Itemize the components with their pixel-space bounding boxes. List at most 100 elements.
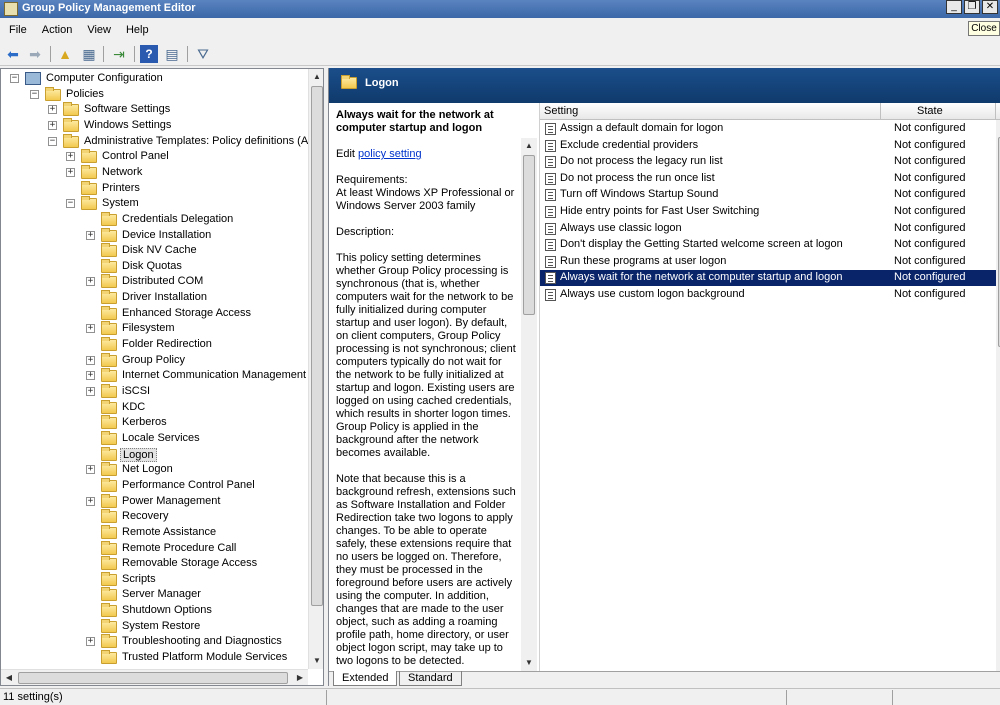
list-item[interactable]: Exclude credential providers Not configur…	[540, 138, 1000, 154]
tree-node-label[interactable]: Remote Assistance	[120, 526, 218, 538]
column-header-setting[interactable]: Setting	[544, 105, 578, 117]
expand-icon[interactable]: +	[48, 105, 57, 115]
list-item[interactable]: Always use classic logon Not configured	[540, 221, 1000, 237]
expand-icon[interactable]: +	[86, 496, 95, 506]
tree-node-label[interactable]: Logon	[120, 447, 157, 462]
filter-icon[interactable]: ⛛	[194, 45, 212, 63]
list-item[interactable]: Turn off Windows Startup Sound Not config…	[540, 187, 1000, 203]
tree-node-label[interactable]: Disk NV Cache	[120, 244, 199, 256]
tree-node-label[interactable]: KDC	[120, 401, 147, 413]
expand-icon[interactable]: +	[86, 355, 95, 365]
tree-node-label[interactable]: System Restore	[120, 620, 202, 632]
scroll-right-arrow-icon[interactable]: ▶	[292, 670, 308, 685]
tree-vertical-scrollbar[interactable]: ▲ ▼	[308, 69, 323, 669]
expand-icon[interactable]: +	[48, 120, 57, 130]
tree-node-label[interactable]: Internet Communication Management	[120, 369, 308, 381]
scroll-up-arrow-icon[interactable]: ▲	[309, 69, 323, 85]
tree-node-label[interactable]: Trusted Platform Module Services	[120, 651, 289, 663]
tree-node-label[interactable]: Performance Control Panel	[120, 479, 257, 491]
tree-node-label[interactable]: Printers	[100, 182, 142, 194]
tree-node-label[interactable]: Troubleshooting and Diagnostics	[120, 635, 284, 647]
tree-node-label[interactable]: Software Settings	[82, 103, 172, 115]
expand-icon[interactable]: +	[66, 167, 75, 177]
expand-icon[interactable]: +	[86, 371, 95, 381]
tree-node-label[interactable]: Folder Redirection	[120, 338, 214, 350]
tree-node-label[interactable]: Locale Services	[120, 432, 202, 444]
tree-node-label[interactable]: Shutdown Options	[120, 604, 214, 616]
expand-icon[interactable]: +	[86, 230, 95, 240]
tree-node-label[interactable]: Distributed COM	[120, 275, 205, 287]
menu-help[interactable]: Help	[117, 20, 155, 36]
tree-node-label[interactable]: Administrative Templates: Policy definit…	[82, 135, 323, 147]
tree-node-label[interactable]: System	[100, 197, 141, 209]
collapse-icon[interactable]: −	[10, 74, 19, 83]
description-vertical-scrollbar[interactable]: ▲ ▼	[521, 138, 537, 671]
scroll-left-arrow-icon[interactable]: ◀	[1, 670, 17, 685]
menu-view[interactable]: View	[78, 20, 117, 36]
export-list-icon[interactable]: ⇥	[110, 45, 128, 63]
show-hide-tree-icon[interactable]: ▦	[80, 45, 98, 63]
collapse-icon[interactable]: −	[48, 136, 57, 146]
edit-policy-link[interactable]: policy setting	[358, 148, 422, 160]
expand-icon[interactable]: +	[86, 324, 95, 334]
tree-node-label[interactable]: Network	[100, 166, 144, 178]
tree-node-label[interactable]: Remote Procedure Call	[120, 542, 238, 554]
column-header-state[interactable]: State	[917, 105, 943, 117]
tree-node-label[interactable]: Enhanced Storage Access	[120, 307, 253, 319]
list-item[interactable]: Assign a default domain for logon Not con…	[540, 121, 1000, 137]
tree-node-label[interactable]: Net Logon	[120, 463, 175, 475]
restore-button[interactable]: ❐	[964, 0, 980, 14]
tree-node-label[interactable]: Filesystem	[120, 322, 177, 334]
tree-node-label[interactable]: Disk Quotas	[120, 260, 184, 272]
close-button[interactable]: ✕	[982, 0, 998, 14]
list-item[interactable]: Do not process the run once list Not conf…	[540, 171, 1000, 187]
menu-action[interactable]: Action	[33, 20, 79, 36]
menu-file[interactable]: File	[0, 20, 33, 36]
expand-icon[interactable]: +	[86, 387, 95, 396]
help-icon[interactable]: ?	[140, 45, 158, 63]
tree-node-label[interactable]: Control Panel	[100, 150, 171, 162]
tree-node-label[interactable]: Group Policy	[120, 354, 187, 366]
list-item[interactable]: Hide entry points for Fast User Switchin…	[540, 204, 1000, 220]
properties-icon[interactable]: ▤	[163, 45, 181, 63]
tree-node-label[interactable]: Scripts	[120, 573, 158, 585]
minimize-button[interactable]: _	[946, 0, 962, 14]
back-arrow-icon[interactable]: ⬅	[4, 45, 22, 63]
expand-icon[interactable]: +	[86, 277, 95, 287]
forward-arrow-icon[interactable]: ➡	[26, 45, 44, 63]
scroll-up-arrow-icon[interactable]: ▲	[996, 120, 1000, 136]
tree-node-label[interactable]: Kerberos	[120, 416, 169, 428]
list-item[interactable]: Always wait for the network at computer …	[540, 270, 1000, 287]
expand-icon[interactable]: +	[66, 152, 75, 162]
tree-node-label[interactable]: Recovery	[120, 510, 170, 522]
scroll-thumb[interactable]	[18, 672, 288, 684]
tab-extended[interactable]: Extended	[333, 671, 398, 686]
tree-node-label[interactable]: Server Manager	[120, 588, 203, 600]
tree-node-label[interactable]: Power Management	[120, 495, 222, 507]
list-item[interactable]: Always use custom logon background Not co…	[540, 287, 1000, 303]
tab-standard[interactable]: Standard	[399, 671, 462, 686]
tree-node-label[interactable]: iSCSI	[120, 385, 152, 397]
expand-icon[interactable]: +	[86, 465, 95, 475]
tree-node-label[interactable]: Removable Storage Access	[120, 557, 259, 569]
scroll-down-arrow-icon[interactable]: ▼	[309, 653, 323, 669]
scroll-thumb[interactable]	[523, 155, 535, 315]
tree-node-label[interactable]: Device Installation	[120, 229, 213, 241]
collapse-icon[interactable]: −	[30, 89, 39, 99]
column-separator[interactable]	[995, 103, 996, 120]
scroll-down-arrow-icon[interactable]: ▼	[521, 655, 537, 671]
scroll-down-arrow-icon[interactable]: ▼	[996, 655, 1000, 671]
scroll-thumb[interactable]	[311, 86, 323, 606]
tree-node-label[interactable]: Windows Settings	[82, 119, 173, 131]
collapse-icon[interactable]: −	[66, 199, 75, 209]
console-tree[interactable]: − Computer Configuration − Policies + Softwar…	[0, 68, 324, 686]
list-item[interactable]: Don't display the Getting Started welcom…	[540, 237, 1000, 253]
list-item[interactable]: Run these programs at user logon Not conf…	[540, 254, 1000, 270]
up-folder-icon[interactable]: ▲	[56, 45, 74, 63]
tree-node-label[interactable]: Credentials Delegation	[120, 213, 235, 225]
tree-node-label[interactable]: Computer Configuration	[44, 72, 165, 84]
tree-horizontal-scrollbar[interactable]: ◀ ▶	[1, 669, 308, 685]
tree-node-label[interactable]: Driver Installation	[120, 291, 209, 303]
scroll-up-arrow-icon[interactable]: ▲	[521, 138, 537, 154]
list-item[interactable]: Do not process the legacy run list Not co…	[540, 154, 1000, 170]
